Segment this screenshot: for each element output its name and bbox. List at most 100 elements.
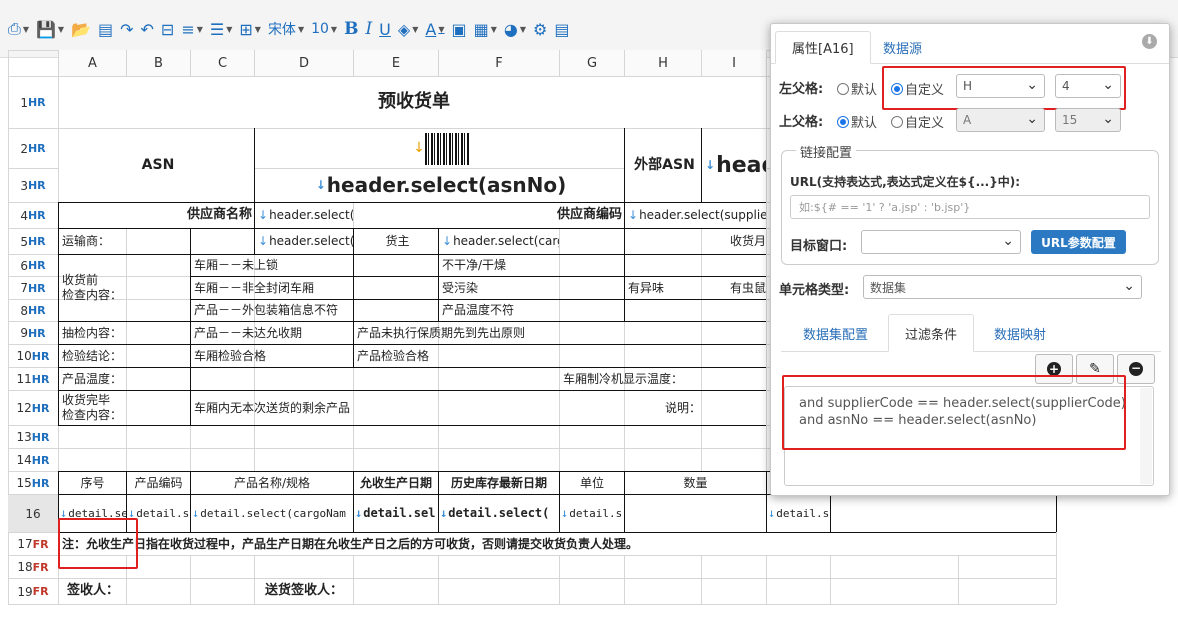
url-input[interactable]: 如:${# == '1' ? 'a.jsp' : 'b.jsp'} [790,195,1150,219]
row-header[interactable]: 11 HR [8,368,58,390]
list-icon[interactable]: ▤ [552,16,571,42]
row-number: 13 [16,430,32,444]
column-header[interactable]: I [702,50,766,76]
url-label: URL(支持表达式,表达式定义在${...}中): [790,175,1021,189]
cell-text: 产品名称/规格 [233,475,311,490]
cell-text: 检验结论： [62,348,123,363]
row-header[interactable]: 16 [8,495,58,532]
carrier-field[interactable]: ↓header.select(carrierName [255,229,353,254]
underline-button[interactable]: U [377,16,393,42]
font-size-select[interactable]: 10 ▼ [309,16,339,42]
preview-icon[interactable]: ⎙ ▼ [6,16,31,42]
cell-border [190,276,766,277]
tab-filter[interactable]: 过滤条件 [888,314,975,352]
report-cell: 车厢内无本次送货的剩余产品 [191,391,624,425]
report-cell: 车厢检验合格 [191,345,353,367]
row-type-tag: HR [27,142,46,155]
row-header[interactable]: 14 HR [8,449,58,471]
image-icon[interactable]: ▣ [449,16,468,42]
column-title: 产品名称/规格 [191,472,353,494]
fill-color-icon[interactable]: ◈ ▼ [396,16,420,42]
row-header[interactable]: 15 HR [8,472,58,494]
chevron-down-icon: ⌄ [1002,233,1014,249]
undo-icon[interactable]: ↶ [139,16,156,42]
import-icon[interactable]: ▤ [96,16,115,42]
settings-icon[interactable]: ⚙ [531,16,549,42]
row-header[interactable]: 3 HR [8,169,58,202]
cell-border [624,128,625,202]
top-parent-default-radio[interactable]: 默认 [837,112,877,131]
detail-field[interactable]: ↓ detail.s [767,495,830,532]
row-header[interactable]: 1 HR [8,77,58,128]
cell-text: 有虫鼠 [729,280,766,295]
supplier-name-field[interactable]: ↓header.select(supplierNam [255,203,353,228]
tab-dataset-config[interactable]: 数据集配置 [787,316,884,351]
column-header[interactable]: B [127,50,190,76]
detail-field[interactable]: ↓ detail.select(cargoNam [191,495,353,532]
target-window-select[interactable]: ⌄ [861,230,1021,254]
row-header[interactable]: 18 FR [8,556,58,578]
row-header[interactable]: 7 HR [8,277,58,299]
detail-field[interactable]: ↓ detail.select( [439,495,559,532]
row-header[interactable]: 9 HR [8,322,58,344]
asn-no-field[interactable]: ↓ header.select(asnNo) [255,169,624,202]
merge-cells-icon[interactable]: ⊟ [159,16,176,42]
align-center-icon[interactable]: ≡ ▼ [179,16,205,42]
row-header[interactable]: 19 FR [8,579,58,604]
row-header[interactable]: 10 HR [8,345,58,367]
cargo-owner-field[interactable]: ↓header.select(cargo [439,229,559,254]
column-header[interactable]: F [439,50,559,76]
cell-text: 车厢内无本次送货的剩余产品 [194,400,351,415]
row-type-tag: HR [27,326,46,340]
data-arrow-icon: ↓ [315,178,326,192]
font-color-button[interactable]: A ▼ [423,16,446,42]
tab-data-mapping[interactable]: 数据映射 [978,316,1062,351]
column-header[interactable]: C [191,50,254,76]
barcode-icon [424,132,469,165]
column-header[interactable]: H [625,50,701,76]
tab-properties[interactable]: 属性[A16] [775,31,871,64]
cell-type-select[interactable]: 数据集 ⌄ [863,275,1142,299]
redo-icon[interactable]: ↷ [118,16,135,42]
row-header[interactable]: 12 HR [8,391,58,425]
cell-border [190,471,191,532]
column-header[interactable]: D [255,50,353,76]
textarea-scrollbar[interactable] [1140,388,1152,484]
top-parent-row-select[interactable]: 15 ⌄ [1055,108,1121,132]
top-parent-custom-radio[interactable]: 自定义 [891,112,944,131]
supplier-code-field[interactable]: ↓header.select(supplierC [625,203,766,228]
cell-text: 外部ASN [634,156,695,173]
detail-field[interactable]: ↓ detail.sel [354,495,438,532]
border-icon[interactable]: ⊞ ▼ [237,16,263,42]
select-value: 15 [1062,113,1078,127]
column-header[interactable]: G [560,50,624,76]
row-header[interactable]: 8 HR [8,300,58,321]
bold-button[interactable]: B [342,16,360,42]
top-parent-label: 上父格: [779,115,824,130]
tab-datasource[interactable]: 数据源 [867,31,938,64]
font-name-select[interactable]: 宋体 ▼ [266,16,306,42]
column-header[interactable]: E [354,50,438,76]
row-header[interactable]: 13 HR [8,426,58,448]
row-header[interactable]: 17 FR [8,533,58,555]
row-header[interactable]: 5 HR [8,229,58,254]
column-header[interactable]: A [59,50,126,76]
row-header[interactable]: 4 HR [8,203,58,228]
line-spacing-icon[interactable]: ☰ ▼ [208,16,235,42]
external-asn-field[interactable]: ↓heade [702,129,766,202]
italic-button[interactable]: I [363,16,374,42]
top-parent-col-select[interactable]: A ⌄ [956,108,1045,132]
url-params-button[interactable]: URL参数配置 [1031,230,1126,254]
save-icon[interactable]: 💾 ▼ [34,16,66,42]
cell-text: 单位 [579,475,604,490]
detail-field[interactable]: ↓ detail.s [560,495,624,532]
open-folder-icon[interactable]: 📂 [69,16,93,42]
left-parent-default-radio[interactable]: 默认 [837,79,877,98]
report-cell: 车厢制冷机显示温度： [560,368,766,390]
qrcode-icon[interactable]: ▦ ▼ [472,16,499,42]
chart-icon[interactable]: ◕ ▼ [502,16,528,42]
row-header[interactable]: 2 HR [8,129,58,168]
collapse-icon[interactable]: ⬇ [1142,34,1157,49]
row-header[interactable]: 6 HR [8,255,58,276]
chevron-down-icon: ⌄ [1102,111,1114,127]
